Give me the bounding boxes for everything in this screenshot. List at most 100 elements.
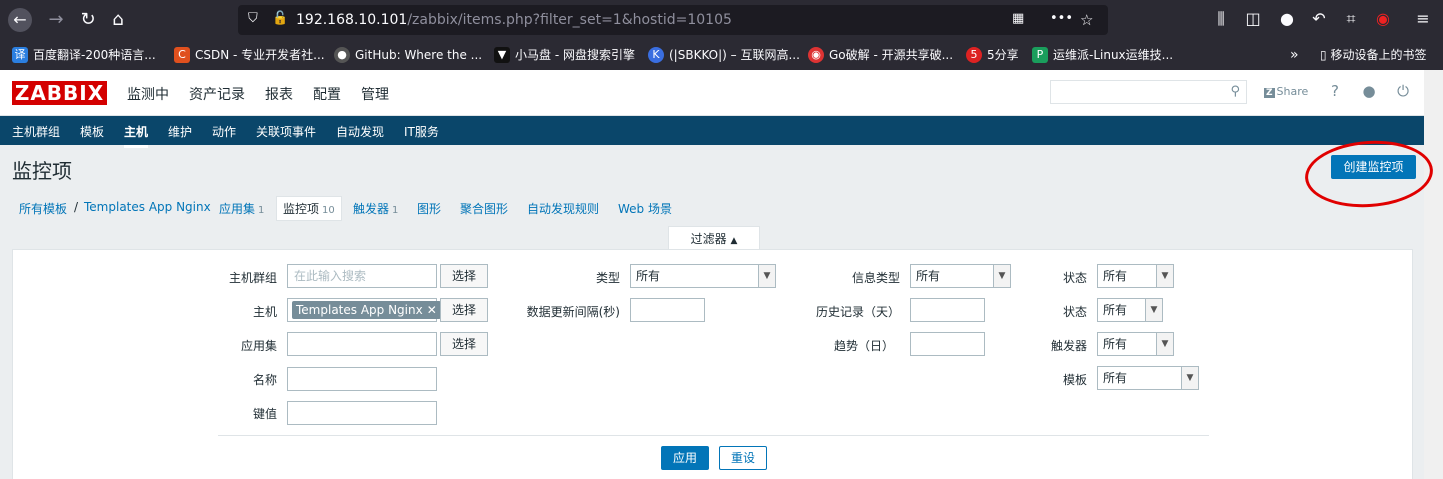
bookmark-item[interactable]: 译百度翻译-200种语言... xyxy=(12,47,156,63)
host-group-select-button[interactable]: 选择 xyxy=(440,264,488,288)
bookmark-label: 运维派-Linux运维技... xyxy=(1053,48,1174,62)
filter-divider xyxy=(218,435,1209,436)
tab-web-scenarios[interactable]: Web 场景 xyxy=(618,200,672,217)
tab-items[interactable]: 监控项 10 xyxy=(276,196,342,221)
application-input[interactable] xyxy=(287,332,437,356)
submenu-event-correlation[interactable]: 关联项事件 xyxy=(256,123,316,140)
update-interval-input[interactable] xyxy=(630,298,705,322)
type-select-value: 所有 xyxy=(636,269,661,283)
info-type-select[interactable]: 所有 ▼ xyxy=(910,264,1011,288)
status-select[interactable]: 所有 ▼ xyxy=(1097,298,1163,322)
home-icon[interactable]: ⌂ xyxy=(106,8,130,32)
breadcrumb-separator: / xyxy=(74,200,79,214)
bookmark-item[interactable]: ◉ Go破解 - 开源共享破... xyxy=(808,47,953,63)
host-group-input[interactable]: 在此输入搜索 xyxy=(287,264,437,288)
tab-label: 应用集 xyxy=(219,202,256,216)
bookmark-item[interactable]: 5 5分享 xyxy=(966,47,1019,63)
tab-screens[interactable]: 聚合图形 xyxy=(460,200,508,217)
dropdown-arrow-icon: ▼ xyxy=(993,265,1010,287)
url-text[interactable]: 192.168.10.101/zabbix/items.php?filter_s… xyxy=(296,12,732,28)
bookmark-label: CSDN - 专业开发者社... xyxy=(195,48,325,62)
triggers-select[interactable]: 所有 ▼ xyxy=(1097,332,1174,356)
host-select-button[interactable]: 选择 xyxy=(440,298,488,322)
reload-icon[interactable]: ↻ xyxy=(76,8,100,32)
apply-button[interactable]: 应用 xyxy=(661,446,709,470)
mobile-device-icon: ▯ xyxy=(1320,48,1327,62)
insecure-lock-icon[interactable]: 🔓 xyxy=(272,11,288,26)
tab-count: 1 xyxy=(392,205,399,216)
library-icon[interactable]: ⫼ xyxy=(1210,9,1232,29)
main-menu-reports[interactable]: 报表 xyxy=(265,84,293,104)
extension-icon[interactable]: ◉ xyxy=(1372,9,1394,28)
undo-icon[interactable]: ↶ xyxy=(1308,9,1330,28)
triggers-label: 触发器 xyxy=(1050,339,1087,353)
address-bar[interactable]: ⛉ 🔓 192.168.10.101/zabbix/items.php?filt… xyxy=(238,5,1108,35)
type-select[interactable]: 所有 ▼ xyxy=(630,264,776,288)
bookmark-item[interactable]: ▼ 小马盘 - 网盘搜索引擎 xyxy=(494,47,635,63)
sign-out-icon[interactable]: ⏻ xyxy=(1394,82,1412,100)
history-label: 历史记录（天） xyxy=(815,305,900,319)
forward-arrow-icon[interactable]: → xyxy=(44,8,68,32)
trends-input[interactable] xyxy=(910,332,985,356)
submenu-hosts[interactable]: 主机 xyxy=(124,123,149,148)
tab-triggers[interactable]: 触发器 1 xyxy=(353,200,398,217)
browser-toolbar: ← → ↻ ⌂ ⛉ 🔓 192.168.10.101/zabbix/items.… xyxy=(0,0,1443,40)
remove-chip-icon[interactable]: ✕ xyxy=(427,303,437,317)
main-menu-monitoring[interactable]: 监测中 xyxy=(127,84,169,104)
tab-discovery-rules[interactable]: 自动发现规则 xyxy=(527,200,599,217)
help-icon[interactable]: ? xyxy=(1326,82,1344,100)
main-menu-administration[interactable]: 管理 xyxy=(361,84,389,104)
key-label: 键值 xyxy=(252,407,277,421)
filter-toggle-tab[interactable]: 过滤器 ▲ xyxy=(668,226,760,250)
host-multiselect[interactable]: Templates App Nginx ✕ xyxy=(287,298,441,322)
application-label: 应用集 xyxy=(240,339,277,353)
bookmark-item[interactable]: K (|SBKKO|) – 互联网高... xyxy=(648,47,800,63)
global-search-input[interactable]: ⚲ xyxy=(1050,80,1247,104)
mobile-bookmarks-label: 移动设备上的书签 xyxy=(1330,48,1427,62)
zabbix-logo[interactable]: ZABBIX xyxy=(12,81,107,105)
account-icon[interactable]: ● xyxy=(1276,9,1298,28)
submenu-discovery[interactable]: 自动发现 xyxy=(336,123,384,140)
user-profile-icon[interactable]: ● xyxy=(1360,82,1378,100)
search-icon[interactable]: ⚲ xyxy=(1230,84,1240,99)
name-input[interactable] xyxy=(287,367,437,391)
history-input[interactable] xyxy=(910,298,985,322)
sidebar-icon[interactable]: ◫ xyxy=(1242,9,1264,28)
reset-button[interactable]: 重设 xyxy=(719,446,767,470)
submenu-host-groups[interactable]: 主机群组 xyxy=(12,123,60,140)
dropdown-arrow-icon: ▼ xyxy=(1145,299,1162,321)
bookmark-label: 5分享 xyxy=(987,48,1019,62)
key-input[interactable] xyxy=(287,401,437,425)
update-interval-label: 数据更新间隔(秒) xyxy=(526,305,620,319)
main-menu-configuration[interactable]: 配置 xyxy=(313,84,341,104)
submenu-it-services[interactable]: IT服务 xyxy=(404,123,439,140)
application-select-button[interactable]: 选择 xyxy=(440,332,488,356)
tab-graphs[interactable]: 图形 xyxy=(417,200,441,217)
trends-label: 趋势（日） xyxy=(833,339,894,353)
state-select[interactable]: 所有 ▼ xyxy=(1097,264,1174,288)
bookmark-item[interactable]: ● GitHub: Where the ... xyxy=(334,47,482,63)
submenu-actions[interactable]: 动作 xyxy=(212,123,236,140)
crop-icon[interactable]: ⌗ xyxy=(1340,9,1362,29)
breadcrumb-all-templates[interactable]: 所有模板 xyxy=(19,200,67,217)
status-label: 状态 xyxy=(1062,305,1087,319)
qr-code-icon[interactable]: ▦ xyxy=(1012,11,1024,26)
tab-applications[interactable]: 应用集 1 xyxy=(219,200,264,217)
bookmark-star-icon[interactable]: ☆ xyxy=(1080,11,1093,29)
back-arrow-icon[interactable]: ← xyxy=(8,8,32,32)
mobile-bookmarks[interactable]: ▯ 移动设备上的书签 xyxy=(1320,47,1426,63)
submenu-templates[interactable]: 模板 xyxy=(80,123,104,140)
submenu-maintenance[interactable]: 维护 xyxy=(168,123,192,140)
bookmark-item[interactable]: C CSDN - 专业开发者社... xyxy=(174,47,325,63)
share-link[interactable]: Z Share xyxy=(1264,85,1308,98)
main-menu-inventory[interactable]: 资产记录 xyxy=(189,84,245,104)
sub-menu: 主机群组 模板 主机 维护 动作 关联项事件 自动发现 IT服务 xyxy=(0,116,1424,148)
shield-icon[interactable]: ⛉ xyxy=(248,11,258,26)
page-scrollbar[interactable] xyxy=(1424,70,1443,479)
bookmark-item[interactable]: P 运维派-Linux运维技... xyxy=(1032,47,1173,63)
page-actions-icon[interactable]: ••• xyxy=(1050,11,1073,26)
overflow-chevron-icon[interactable]: » xyxy=(1290,47,1299,63)
menu-icon[interactable]: ≡ xyxy=(1412,9,1434,28)
template-select[interactable]: 所有 ▼ xyxy=(1097,366,1199,390)
breadcrumb-template[interactable]: Templates App Nginx xyxy=(84,200,211,214)
